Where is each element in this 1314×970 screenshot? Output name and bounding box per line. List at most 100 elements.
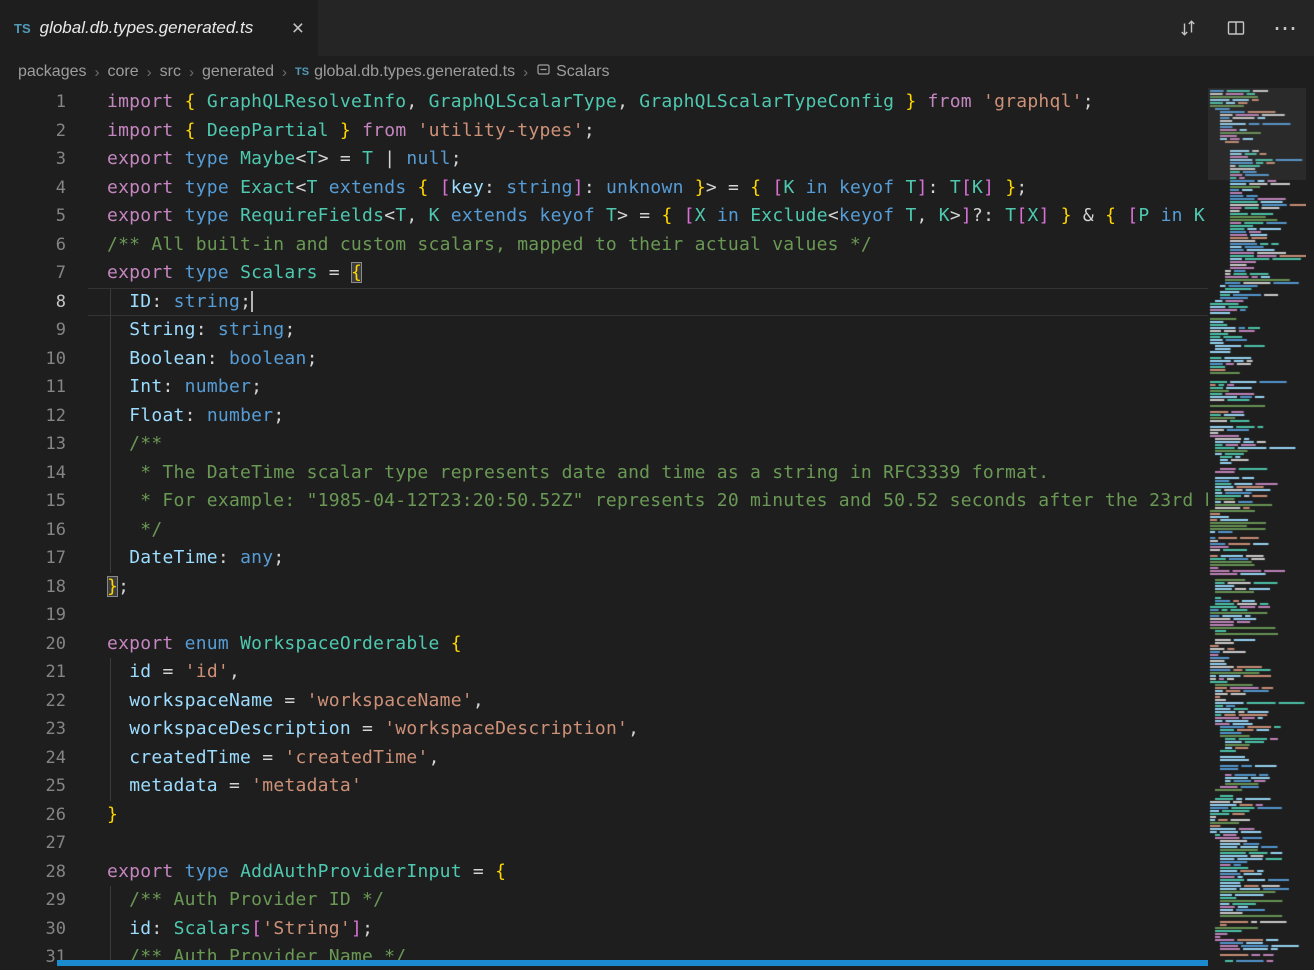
code-line[interactable]: 23 workspaceDescription = 'workspaceDesc… (0, 715, 1208, 744)
code-line[interactable]: 8 ID: string; (0, 288, 1208, 317)
code-line[interactable]: 21 id = 'id', (0, 658, 1208, 687)
close-icon[interactable]: × (288, 18, 308, 39)
code-text[interactable]: Float: number; (66, 402, 284, 431)
code-text[interactable]: workspaceName = 'workspaceName', (66, 687, 484, 716)
line-number[interactable]: 8 (0, 288, 66, 317)
line-number[interactable]: 10 (0, 345, 66, 374)
code-line[interactable]: 12 Float: number; (0, 402, 1208, 431)
code-text[interactable] (66, 601, 107, 630)
code-text[interactable]: import { GraphQLResolveInfo, GraphQLScal… (66, 88, 1094, 117)
code-line[interactable]: 1import { GraphQLResolveInfo, GraphQLSca… (0, 88, 1208, 117)
code-line[interactable]: 25 metadata = 'metadata' (0, 772, 1208, 801)
line-number[interactable]: 20 (0, 630, 66, 659)
line-number[interactable]: 24 (0, 744, 66, 773)
line-number[interactable]: 3 (0, 145, 66, 174)
code-text[interactable]: id: Scalars['String']; (66, 915, 373, 944)
line-number[interactable]: 4 (0, 174, 66, 203)
line-number[interactable]: 21 (0, 658, 66, 687)
line-number[interactable]: 27 (0, 829, 66, 858)
code-text[interactable]: }; (66, 573, 129, 602)
code-text[interactable]: id = 'id', (66, 658, 240, 687)
line-number[interactable]: 28 (0, 858, 66, 887)
code-line[interactable]: 2import { DeepPartial } from 'utility-ty… (0, 117, 1208, 146)
line-number[interactable]: 7 (0, 259, 66, 288)
line-number[interactable]: 11 (0, 373, 66, 402)
code-line[interactable]: 7export type Scalars = { (0, 259, 1208, 288)
code-text[interactable]: Int: number; (66, 373, 262, 402)
line-number[interactable]: 5 (0, 202, 66, 231)
code-line[interactable]: 13 /** (0, 430, 1208, 459)
code-text[interactable]: createdTime = 'createdTime', (66, 744, 440, 773)
code-text[interactable]: String: string; (66, 316, 296, 345)
code-text[interactable]: */ (66, 516, 162, 545)
line-number[interactable]: 19 (0, 601, 66, 630)
breadcrumb-item-global-db-types-generated-ts[interactable]: TSglobal.db.types.generated.ts (295, 63, 515, 81)
line-number[interactable]: 15 (0, 487, 66, 516)
code-line[interactable]: 4export type Exact<T extends { [key: str… (0, 174, 1208, 203)
code-line[interactable]: 17 DateTime: any; (0, 544, 1208, 573)
line-number[interactable]: 26 (0, 801, 66, 830)
code-text[interactable]: workspaceDescription = 'workspaceDescrip… (66, 715, 639, 744)
breadcrumb-item-scalars[interactable]: Scalars (536, 62, 609, 82)
code-text[interactable]: export type Exact<T extends { [key: stri… (66, 174, 1028, 203)
editor-pane[interactable]: 1import { GraphQLResolveInfo, GraphQLSca… (0, 88, 1208, 966)
line-number[interactable]: 6 (0, 231, 66, 260)
open-changes-button[interactable] (1177, 17, 1199, 39)
code-text[interactable]: * The DateTime scalar type represents da… (66, 459, 1049, 488)
code-line[interactable]: 24 createdTime = 'createdTime', (0, 744, 1208, 773)
line-number[interactable]: 1 (0, 88, 66, 117)
code-text[interactable]: * For example: "1985-04-12T23:20:50.52Z"… (66, 487, 1208, 516)
split-editor-button[interactable] (1225, 17, 1247, 39)
code-line[interactable]: 9 String: string; (0, 316, 1208, 345)
code-line[interactable]: 20export enum WorkspaceOrderable { (0, 630, 1208, 659)
code-text[interactable]: /** All built-in and custom scalars, map… (66, 231, 872, 260)
line-number[interactable]: 17 (0, 544, 66, 573)
code-line[interactable]: 29 /** Auth Provider ID */ (0, 886, 1208, 915)
breadcrumb-item-generated[interactable]: generated (202, 63, 274, 81)
code-text[interactable]: Boolean: boolean; (66, 345, 318, 374)
line-number[interactable]: 30 (0, 915, 66, 944)
code-text[interactable]: export type AddAuthProviderInput = { (66, 858, 506, 887)
line-number[interactable]: 2 (0, 117, 66, 146)
code-text[interactable]: /** Auth Provider ID */ (66, 886, 384, 915)
code-text[interactable]: export type Scalars = { (66, 259, 362, 288)
code-line[interactable]: 28export type AddAuthProviderInput = { (0, 858, 1208, 887)
code-line[interactable]: 30 id: Scalars['String']; (0, 915, 1208, 944)
code-line[interactable]: 27 (0, 829, 1208, 858)
code-text[interactable]: /** (66, 430, 162, 459)
breadcrumb-item-core[interactable]: core (108, 63, 139, 81)
code-line[interactable]: 19 (0, 601, 1208, 630)
code-line[interactable]: 18}; (0, 573, 1208, 602)
more-actions-button[interactable]: ⋯ (1273, 14, 1298, 43)
code-line[interactable]: 5export type RequireFields<T, K extends … (0, 202, 1208, 231)
code-text[interactable]: metadata = 'metadata' (66, 772, 362, 801)
line-number[interactable]: 25 (0, 772, 66, 801)
code-line[interactable]: 11 Int: number; (0, 373, 1208, 402)
line-number[interactable]: 9 (0, 316, 66, 345)
code-text[interactable]: import { DeepPartial } from 'utility-typ… (66, 117, 595, 146)
horizontal-scrollbar[interactable] (57, 960, 1208, 966)
code-line[interactable]: 3export type Maybe<T> = T | null; (0, 145, 1208, 174)
code-line[interactable]: 15 * For example: "1985-04-12T23:20:50.5… (0, 487, 1208, 516)
line-number[interactable]: 12 (0, 402, 66, 431)
line-number[interactable]: 13 (0, 430, 66, 459)
line-number[interactable]: 22 (0, 687, 66, 716)
code-line[interactable]: 22 workspaceName = 'workspaceName', (0, 687, 1208, 716)
line-number[interactable]: 29 (0, 886, 66, 915)
code-line[interactable]: 10 Boolean: boolean; (0, 345, 1208, 374)
code-line[interactable]: 14 * The DateTime scalar type represents… (0, 459, 1208, 488)
code-text[interactable]: DateTime: any; (66, 544, 284, 573)
code-line[interactable]: 26} (0, 801, 1208, 830)
tab-global-db-types[interactable]: TS global.db.types.generated.ts × (0, 0, 318, 56)
line-number[interactable]: 18 (0, 573, 66, 602)
line-number[interactable]: 16 (0, 516, 66, 545)
breadcrumb-item-packages[interactable]: packages (18, 63, 87, 81)
code-text[interactable]: ID: string; (66, 288, 253, 317)
code-text[interactable]: export type RequireFields<T, K extends k… (66, 202, 1208, 231)
line-number[interactable]: 14 (0, 459, 66, 488)
breadcrumb-item-src[interactable]: src (160, 63, 181, 81)
line-number[interactable]: 23 (0, 715, 66, 744)
code-text[interactable]: export type Maybe<T> = T | null; (66, 145, 462, 174)
code-text[interactable]: } (66, 801, 118, 830)
minimap[interactable] (1208, 88, 1306, 966)
